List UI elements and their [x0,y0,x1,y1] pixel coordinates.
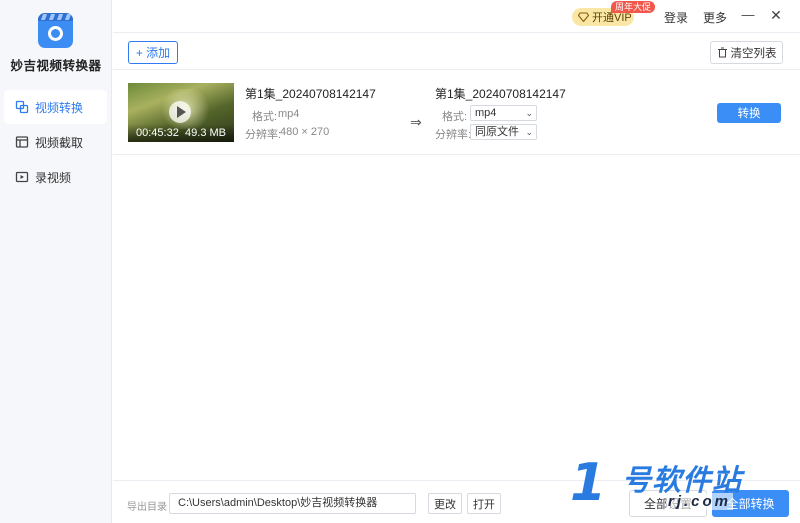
convert-icon [15,100,29,114]
clear-list-button[interactable]: 清空列表 [710,41,783,64]
resolution-select-value: 同原文件 [475,126,519,138]
close-button[interactable]: ✕ [768,7,784,23]
add-button[interactable]: + 添加 [128,41,178,64]
format-select[interactable]: mp4 ⌄ [470,105,537,121]
promo-badge: 周年大促 [611,1,656,13]
diamond-icon [578,12,589,22]
output-dir-label: 导出目录 [127,502,167,513]
video-thumbnail[interactable]: 00:45:32 49.3 MB [128,83,234,142]
app-logo-icon [38,13,73,48]
play-icon[interactable] [169,101,191,123]
sidebar-item-label: 视频截取 [35,135,84,150]
chevron-down-icon: ⌄ [525,108,533,118]
sidebar: 妙吉视频转换器 视频转换 视频截取 录视频 [0,0,112,523]
bottom-bar: 导出目录 C:\Users\admin\Desktop\妙吉视频转换器 更改 打… [113,480,800,523]
all-settings-button[interactable]: 全部设置 [629,490,707,517]
crop-icon [15,135,29,149]
format-select-value: mp4 [475,107,497,119]
open-dir-button[interactable]: 打开 [467,493,501,514]
minimize-button[interactable]: — [740,7,756,23]
chevron-down-icon: ⌄ [525,127,533,137]
sidebar-item-video-crop[interactable]: 视频截取 [4,125,107,159]
source-file-name: 第1集_20240708142147 [245,87,376,101]
record-icon [15,170,29,184]
video-duration: 00:45:32 [136,127,179,139]
sidebar-item-label: 视频转换 [35,100,84,115]
source-resolution-label: 分辨率: [245,129,282,141]
target-format-label: 格式: [442,111,468,123]
title-bar: 开通VIP 周年大促 登录 更多 — ✕ [113,0,800,32]
clear-list-label: 清空列表 [730,47,777,60]
convert-button[interactable]: 转换 [717,103,781,123]
toolbar: + 添加 清空列表 [113,32,800,70]
video-size: 49.3 MB [185,127,226,139]
source-format-label: 格式: [252,111,278,123]
target-file-name: 第1集_20240708142147 [435,87,566,101]
convert-arrow-icon: ⇒ [410,114,422,130]
source-resolution-value: 480 × 270 [280,126,330,138]
convert-all-button[interactable]: 全部转换 [712,490,789,517]
sidebar-item-record-video[interactable]: 录视频 [4,160,107,194]
app-name: 妙吉视频转换器 [10,59,102,73]
login-link[interactable]: 登录 [664,9,688,26]
more-menu[interactable]: 更多 [703,9,727,26]
change-dir-button[interactable]: 更改 [428,493,462,514]
output-path-field[interactable]: C:\Users\admin\Desktop\妙吉视频转换器 [169,493,416,514]
target-resolution-label: 分辨率: [435,129,472,141]
file-list-item[interactable]: 00:45:32 49.3 MB 第1集_20240708142147 格式: … [113,70,800,155]
sidebar-item-label: 录视频 [35,170,72,185]
trash-icon [717,47,727,58]
source-format-value: mp4 [278,108,300,120]
sidebar-item-video-convert[interactable]: 视频转换 [4,90,107,124]
resolution-select[interactable]: 同原文件 ⌄ [470,124,537,140]
